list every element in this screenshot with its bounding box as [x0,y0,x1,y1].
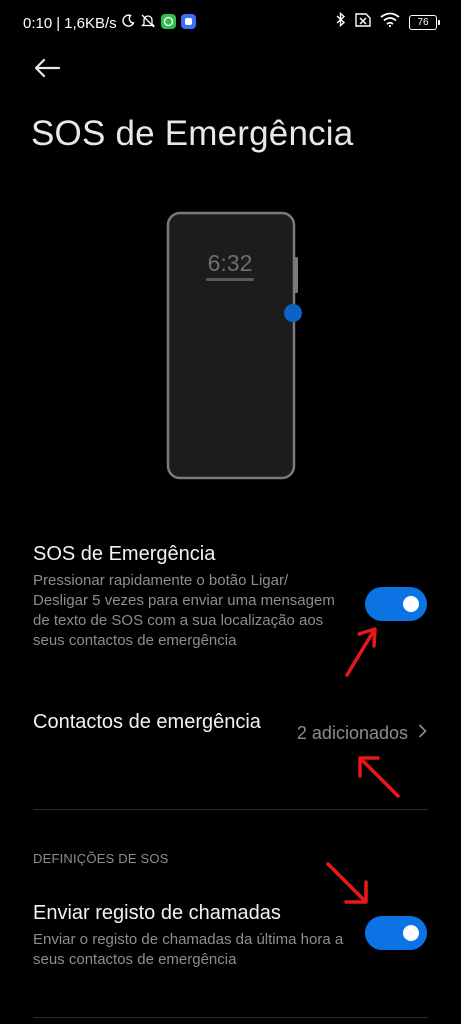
status-time: 0:10 [23,14,53,32]
back-arrow-icon [33,58,61,83]
toggle-knob [403,925,419,941]
status-separator: | [56,14,61,32]
annotation-arrow-icon [345,627,377,677]
emergency-contacts-count: 2 adicionados [296,723,408,743]
sos-setting-row[interactable]: SOS de Emergência Pressionar rapidamente… [33,542,346,651]
divider-bottom [33,1017,428,1018]
silent-alarm-icon [140,13,156,33]
moon-icon [121,14,135,32]
back-button[interactable] [30,53,64,87]
status-bar: 0:10 | 1,6KB/s 76 [0,0,461,44]
page-title: SOS de Emergência [31,114,354,153]
status-network-speed: 1,6KB/s [64,14,117,32]
annotation-arrow-icon [326,862,368,904]
sos-setting-title: SOS de Emergência [33,543,216,565]
emergency-contacts-value[interactable]: 2 adicionados [297,723,427,744]
sos-toggle[interactable] [365,587,427,621]
call-log-toggle[interactable] [365,916,427,950]
chevron-right-icon [418,723,427,744]
battery-indicator: 76 [409,14,440,30]
call-log-setting-row[interactable]: Enviar registo de chamadas Enviar o regi… [33,901,346,970]
section-header: DEFINIÇÕES DE SOS [33,851,169,866]
wifi-icon [380,12,400,32]
call-log-setting-title: Enviar registo de chamadas [33,902,281,924]
app-notification-icon [180,13,196,33]
bluetooth-icon [336,11,346,32]
annotation-arrow-icon [358,756,400,798]
illustration-clock: 6:32 [208,250,253,276]
status-right: 76 [336,11,440,32]
divider [33,809,428,810]
emergency-contacts-title: Contactos de emergência [33,711,261,733]
status-left: 0:10 | 1,6KB/s [23,13,201,33]
no-sim-icon [355,12,371,32]
phone-illustration: 6:32 [160,205,310,490]
whatsapp-icon [160,13,176,33]
sos-setting-description: Pressionar rapidamente o botão Ligar/ De… [33,572,335,649]
toggle-knob [403,596,419,612]
emergency-contacts-row[interactable]: Contactos de emergência [33,710,261,735]
call-log-setting-description: Enviar o registo de chamadas da última h… [33,931,344,968]
